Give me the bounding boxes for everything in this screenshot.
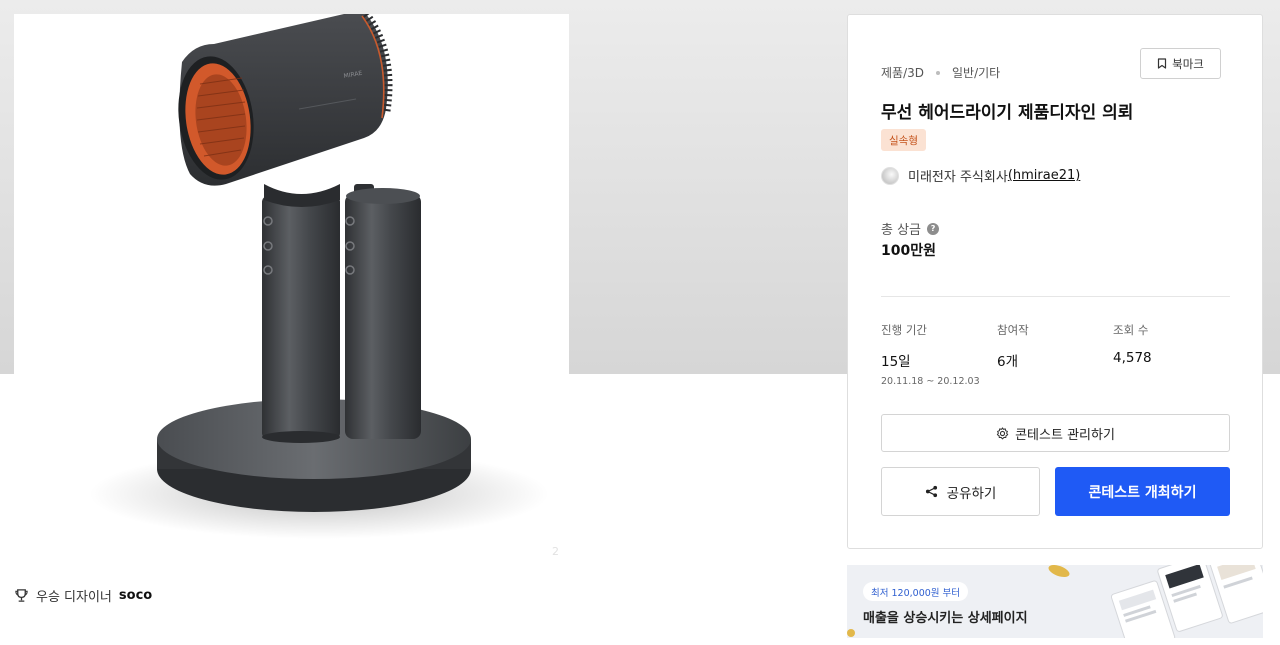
contest-info-panel: 제품/3D 일반/기타 북마크 무선 헤어드라이기 제품디자인 의뢰 실속형 미… xyxy=(847,14,1263,549)
period-label: 진행 기간 xyxy=(881,323,927,337)
share-icon xyxy=(925,485,937,498)
winner-name[interactable]: soco xyxy=(119,588,152,603)
promo-banner[interactable]: 최저 120,000원 부터 매출을 상승시키는 상세페이지 xyxy=(847,565,1263,638)
trophy-icon xyxy=(15,589,28,602)
dryer-handle xyxy=(262,196,340,439)
company-name: 미래전자 주식회사 xyxy=(908,170,1008,185)
image-page-indicator: 2 xyxy=(552,545,559,558)
manage-contest-label: 콘테스트 관리하기 xyxy=(1015,427,1115,443)
breadcrumb-separator xyxy=(936,70,940,75)
product-image[interactable]: MIRAE 2 xyxy=(14,14,569,570)
breadcrumb-category[interactable]: 제품/3D xyxy=(881,64,924,81)
period-value: 15일 xyxy=(881,354,911,370)
entries-value: 6개 xyxy=(997,354,1019,370)
host-contest-button[interactable]: 콘테스트 개최하기 xyxy=(1055,467,1230,516)
stat-views: 조회 수 4,578 xyxy=(1113,322,1152,366)
views-value: 4,578 xyxy=(1113,350,1152,366)
total-prize-label: 총 상금 ? xyxy=(881,219,940,238)
help-icon[interactable]: ? xyxy=(927,222,940,235)
share-label: 공유하기 xyxy=(946,485,997,502)
company-avatar xyxy=(881,166,899,185)
divider xyxy=(881,296,1230,297)
entries-label: 참여작 xyxy=(997,323,1029,337)
views-label: 조회 수 xyxy=(1113,323,1149,337)
winner-label: 우승 디자이너 xyxy=(36,590,112,605)
period-range: 20.11.18 ~ 20.12.03 xyxy=(881,376,980,387)
company-handle-link[interactable]: (hmirae21) xyxy=(1008,168,1081,183)
winner-designer: 우승 디자이너 soco xyxy=(14,586,152,605)
plan-tag: 실속형 xyxy=(881,129,926,151)
bookmark-icon xyxy=(1158,58,1167,69)
spare-battery xyxy=(345,194,421,439)
stat-entries: 참여작 6개 xyxy=(997,322,1029,370)
bookmark-button[interactable]: 북마크 xyxy=(1140,48,1221,79)
banner-price-pill: 최저 120,000원 부터 xyxy=(863,582,969,601)
banner-headline: 매출을 상승시키는 상세페이지 xyxy=(863,611,1028,626)
contest-title: 무선 헤어드라이기 제품디자인 의뢰 xyxy=(881,103,1134,123)
hair-dryer-illustration: MIRAE xyxy=(89,14,549,539)
share-button[interactable]: 공유하기 xyxy=(881,467,1040,516)
breadcrumb-subcategory[interactable]: 일반/기타 xyxy=(952,64,1000,81)
stat-period: 진행 기간 15일 20.11.18 ~ 20.12.03 xyxy=(881,322,980,387)
total-prize-text: 총 상금 xyxy=(881,223,922,238)
gear-icon xyxy=(996,426,1009,439)
breadcrumb: 제품/3D 일반/기타 xyxy=(881,64,1000,81)
banner-illustration xyxy=(847,565,1263,638)
bookmark-label: 북마크 xyxy=(1172,56,1204,71)
total-prize-value: 100만원 xyxy=(881,243,936,259)
manage-contest-button[interactable]: 콘테스트 관리하기 xyxy=(881,414,1230,452)
company-info: 미래전자 주식회사 (hmirae21) xyxy=(881,166,1080,185)
